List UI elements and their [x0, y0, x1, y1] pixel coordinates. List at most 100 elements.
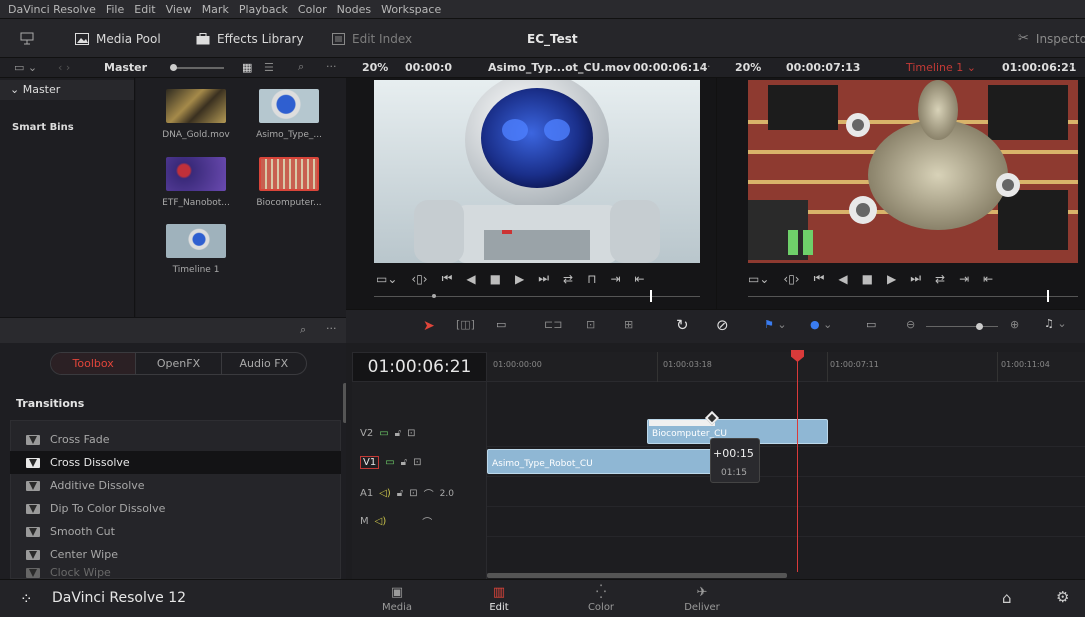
bin-nav-arrows[interactable]: ‹ ›	[58, 61, 70, 74]
trim-tool-icon[interactable]: [◫]	[456, 318, 475, 331]
layout-icon[interactable]: ▭ ⌄	[14, 61, 37, 74]
menu-file[interactable]: File	[106, 3, 124, 16]
play-reverse-icon[interactable]: ◀	[466, 272, 475, 286]
clip-thumbnail-nanobot[interactable]	[166, 157, 226, 191]
mark-in-icon[interactable]: ⇥	[610, 272, 620, 286]
loop-icon[interactable]: ⇄	[935, 272, 945, 286]
timeline-clip-v1[interactable]: Asimo_Type_Robot_CU	[487, 449, 713, 474]
menu-view[interactable]: View	[166, 3, 192, 16]
loop-icon[interactable]: ⇄	[563, 272, 573, 286]
viewer-mode-icon[interactable]: ▭⌄	[748, 272, 769, 286]
skip-forward-icon[interactable]: ⏭	[910, 271, 921, 286]
timeline-zoom[interactable]: 20%	[735, 61, 761, 74]
snapping-icon[interactable]: ↻	[676, 316, 689, 334]
skip-back-icon[interactable]: ⏮	[814, 271, 825, 286]
inspector-button[interactable]: ✂ Inspector	[1018, 19, 1085, 58]
track-header-master[interactable]: M ◁) ⌒	[352, 510, 487, 533]
menu-playback[interactable]: Playback	[239, 3, 288, 16]
skip-back-icon[interactable]: ⏮	[442, 271, 453, 286]
tab-openfx[interactable]: OpenFX	[136, 353, 222, 374]
transition-cross-dissolve[interactable]: Cross Dissolve	[10, 451, 341, 474]
auto-select-icon[interactable]: ▭	[385, 457, 394, 468]
play-icon[interactable]: ▶	[515, 272, 524, 286]
lock-icon[interactable]: 🔓︎	[397, 488, 403, 499]
skip-forward-icon[interactable]: ⏭	[538, 271, 549, 286]
volume-curve-icon[interactable]: ⌒	[422, 514, 432, 529]
track-enable-icon[interactable]: ⊡	[409, 488, 417, 499]
mark-in-icon[interactable]: ⇥	[959, 272, 969, 286]
menu-nodes[interactable]: Nodes	[337, 3, 371, 16]
source-more-icon[interactable]: ···	[700, 60, 711, 73]
track-header-v2[interactable]: V2 ▭ 🔓︎ ⊡	[352, 422, 487, 445]
monitor-toggle-icon[interactable]	[20, 19, 34, 58]
effects-library-button[interactable]: Effects Library	[196, 19, 304, 58]
timeline-more-icon[interactable]: ··	[1068, 60, 1075, 73]
clip-thumbnail-asimo[interactable]	[259, 89, 319, 123]
search-icon[interactable]: ⌕	[300, 323, 306, 337]
speaker-icon[interactable]: ◁)	[379, 488, 391, 499]
insert-clip-icon[interactable]: ⊏⊐	[544, 318, 562, 331]
page-media[interactable]: ▣ Media	[367, 580, 427, 617]
transition-smooth-cut[interactable]: Smooth Cut	[10, 520, 341, 543]
settings-icon[interactable]: ⚙	[1056, 588, 1069, 606]
source-frame-robot[interactable]	[374, 80, 700, 263]
lane-master[interactable]	[487, 507, 1085, 537]
track-enable-icon[interactable]: ⊡	[407, 428, 415, 439]
selection-tool-icon[interactable]: ➤	[423, 318, 435, 334]
transition-cross-fade[interactable]: Cross Fade	[10, 428, 341, 451]
thumb-size-slider[interactable]	[170, 64, 224, 71]
track-header-a1[interactable]: A1 ◁) 🔓︎ ⊡ ⌒ 2.0	[352, 482, 487, 505]
lane-a1[interactable]	[487, 477, 1085, 507]
source-playhead[interactable]	[650, 290, 652, 302]
timeline-dropdown[interactable]: Timeline 1 ⌄	[906, 61, 976, 74]
speaker-icon[interactable]: ◁)	[375, 516, 387, 527]
zoom-out-icon[interactable]: ⊖	[906, 318, 915, 331]
replace-clip-icon[interactable]: ⊞	[624, 318, 633, 331]
marker-icon[interactable]: ● ⌄	[810, 318, 832, 331]
linked-selection-icon[interactable]: ⊘	[716, 316, 729, 334]
mark-out-icon[interactable]: ⇤	[635, 272, 645, 286]
transition-additive-dissolve[interactable]: Additive Dissolve	[10, 474, 341, 497]
tab-audio-fx[interactable]: Audio FX	[222, 353, 306, 374]
list-view-icon[interactable]: ☰	[264, 61, 274, 74]
effects-search-bar[interactable]: ⌕ ···	[0, 317, 346, 343]
transition-clock-wipe[interactable]: Clock Wipe	[10, 566, 341, 579]
menu-color[interactable]: Color	[298, 3, 327, 16]
overwrite-clip-icon[interactable]: ⊡	[586, 318, 595, 331]
blade-tool-icon[interactable]: ▭	[496, 318, 506, 331]
zoom-slider[interactable]	[926, 326, 998, 327]
track-enable-icon[interactable]: ⊡	[413, 457, 421, 468]
stop-icon[interactable]: ■	[862, 272, 873, 286]
clip-thumbnail-dna[interactable]	[166, 89, 226, 123]
page-edit[interactable]: ▥ Edit	[469, 580, 529, 617]
mark-out-icon[interactable]: ⇤	[983, 272, 993, 286]
menu-edit[interactable]: Edit	[134, 3, 155, 16]
source-zoom[interactable]: 20%	[362, 61, 388, 74]
media-pool-button[interactable]: Media Pool	[75, 19, 161, 58]
play-icon[interactable]: ▶	[887, 272, 896, 286]
track-header-v1[interactable]: V1 ▭ 🔓︎ ⊡	[352, 451, 487, 474]
lock-icon[interactable]: 🔓︎	[395, 428, 401, 439]
page-color[interactable]: ⁛ Color	[571, 580, 631, 617]
audio-icon[interactable]: ♫ ⌄	[1044, 317, 1067, 330]
home-icon[interactable]: ⌂	[1002, 589, 1012, 607]
mark-in-out-icon[interactable]: ‹▯›	[783, 272, 799, 286]
match-frame-icon[interactable]: ⊓	[587, 272, 596, 286]
menu-workspace[interactable]: Workspace	[381, 3, 441, 16]
zoom-in-icon[interactable]: ⊕	[1010, 318, 1019, 331]
transition-center-wipe[interactable]: Center Wipe	[10, 543, 341, 566]
tab-toolbox[interactable]: Toolbox	[51, 353, 137, 374]
stop-icon[interactable]: ■	[490, 272, 501, 286]
timeline-jog-bar[interactable]	[748, 296, 1078, 297]
volume-curve-icon[interactable]: ⌒	[424, 486, 434, 501]
bin-master[interactable]: ⌄ Master	[0, 80, 134, 100]
timeline-thumbnail[interactable]	[166, 224, 226, 258]
transition-dip-to-color[interactable]: Dip To Color Dissolve	[10, 497, 341, 520]
zoom-slider-handle[interactable]	[976, 323, 983, 330]
viewer-mode-icon[interactable]: ▭⌄	[376, 272, 397, 286]
lock-icon[interactable]: 🔓︎	[401, 457, 407, 468]
page-deliver[interactable]: ✈ Deliver	[672, 580, 732, 617]
timeline-ruler[interactable]: 01:00:00:00 01:00:03:18 01:00:07:11 01:0…	[487, 352, 1085, 382]
timeline-frame-biocomputer[interactable]	[748, 80, 1078, 263]
auto-select-icon[interactable]: ▭	[379, 428, 388, 439]
